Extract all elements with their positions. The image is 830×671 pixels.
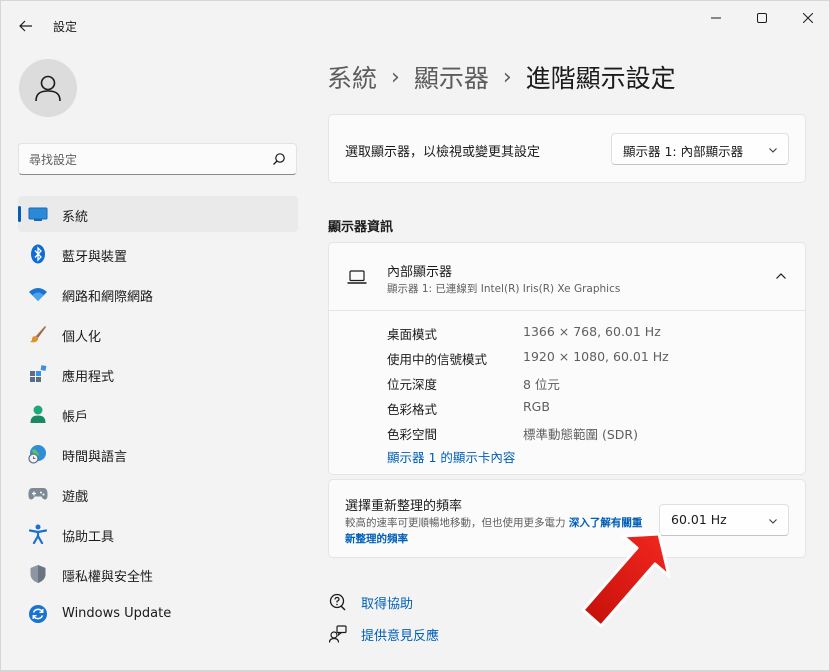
breadcrumb-separator: › (502, 64, 512, 90)
info-row-active-signal: 使用中的信號模式 1920 × 1080, 60.01 Hz (387, 346, 787, 371)
user-icon (35, 75, 61, 102)
get-help-link[interactable]: 取得協助 (328, 591, 413, 613)
help-icon (328, 592, 348, 612)
accessibility-icon (28, 524, 48, 544)
minimize-button[interactable] (693, 1, 739, 35)
info-key: 桌面模式 (387, 327, 438, 342)
info-value: 標準動態範圍 (SDR) (523, 427, 638, 442)
page-title: 進階顯示設定 (525, 64, 676, 93)
sidebar-nav: 系統 藍牙與裝置 網路和網際網路 個人化 應用程式 帳戶 時間與語言 遊戲 協助… (18, 196, 298, 636)
sidebar-item-windows-update[interactable]: Windows Update (18, 596, 298, 632)
display-info-title: 內部顯示器 (387, 265, 453, 280)
refresh-rate-desc-text: 較高的速率可更順暢地移動，但也使用更多電力 (345, 517, 566, 529)
sidebar-item-label: 應用程式 (62, 370, 115, 385)
search-box[interactable] (18, 143, 297, 175)
info-row-color-format: 色彩格式 RGB (387, 396, 787, 421)
sidebar-item-privacy[interactable]: 隱私權與安全性 (18, 556, 298, 592)
display-icon (28, 204, 48, 224)
breadcrumb: 系統 › 顯示器 › 進階顯示設定 (327, 59, 676, 95)
breadcrumb-separator: › (391, 64, 400, 90)
shield-icon (28, 564, 48, 584)
sidebar-item-label: 遊戲 (62, 490, 89, 505)
sidebar-item-label: Windows Update (62, 606, 172, 621)
search-icon[interactable] (272, 152, 286, 166)
brush-icon (28, 324, 48, 344)
sidebar-item-system[interactable]: 系統 (18, 196, 298, 232)
feedback-icon (328, 624, 348, 644)
sidebar-item-gaming[interactable]: 遊戲 (18, 476, 298, 512)
close-button[interactable] (785, 1, 830, 35)
laptop-icon (347, 270, 367, 284)
maximize-button[interactable] (739, 1, 785, 35)
info-value: 1366 × 768, 60.01 Hz (523, 324, 661, 339)
red-arrow-annotation-icon (581, 532, 671, 628)
info-key: 色彩格式 (387, 402, 438, 417)
info-key: 使用中的信號模式 (387, 352, 488, 367)
sidebar-item-apps[interactable]: 應用程式 (18, 356, 298, 392)
breadcrumb-system[interactable]: 系統 (327, 59, 377, 95)
display-info-subtitle: 顯示器 1: 已連線到 Intel(R) Iris(R) Xe Graphics (387, 283, 621, 295)
gamepad-icon (28, 484, 48, 504)
person-icon (28, 404, 48, 424)
display-info-card: 內部顯示器 顯示器 1: 已連線到 Intel(R) Iris(R) Xe Gr… (328, 242, 806, 475)
display-select-card: 選取顯示器，以檢視或變更其設定 顯示器 1: 內部顯示器 (328, 114, 806, 183)
sidebar-item-accessibility[interactable]: 協助工具 (18, 516, 298, 552)
back-button[interactable] (13, 13, 39, 39)
display-info-rows: 桌面模式 1366 × 768, 60.01 Hz 使用中的信號模式 1920 … (387, 321, 787, 446)
chevron-down-icon (769, 148, 777, 153)
sidebar-item-label: 系統 (62, 210, 89, 225)
info-value: 1920 × 1080, 60.01 Hz (523, 349, 669, 364)
display-select-label: 選取顯示器，以檢視或變更其設定 (345, 145, 541, 160)
close-icon (803, 13, 813, 23)
info-key: 色彩空間 (387, 427, 438, 442)
sidebar-item-bluetooth[interactable]: 藍牙與裝置 (18, 236, 298, 272)
sidebar-item-personalization[interactable]: 個人化 (18, 316, 298, 352)
globe-clock-icon (28, 444, 48, 464)
back-arrow-icon (19, 20, 32, 32)
chevron-up-icon[interactable] (775, 271, 787, 281)
sidebar-item-label: 帳戶 (62, 410, 89, 425)
get-help-label: 取得協助 (361, 596, 414, 612)
info-row-color-space: 色彩空間 標準動態範圍 (SDR) (387, 421, 787, 446)
chevron-down-icon (769, 519, 777, 524)
sidebar-item-label: 協助工具 (62, 530, 115, 545)
sidebar-item-time-language[interactable]: 時間與語言 (18, 436, 298, 472)
minimize-icon (711, 17, 721, 19)
display-dropdown-value: 顯示器 1: 內部顯示器 (623, 144, 744, 159)
app-title: 設定 (53, 20, 78, 34)
refresh-rate-card: 選擇重新整理的頻率 較高的速率可更順暢地移動，但也使用更多電力 深入了解有關重新… (328, 479, 806, 558)
display-info-header[interactable]: 內部顯示器 顯示器 1: 已連線到 Intel(R) Iris(R) Xe Gr… (329, 243, 805, 311)
feedback-label: 提供意見反應 (361, 628, 440, 644)
info-row-bit-depth: 位元深度 8 位元 (387, 371, 787, 396)
info-value: RGB (523, 399, 550, 414)
update-icon (28, 604, 48, 624)
display-info-heading: 顯示器資訊 (328, 220, 394, 235)
sidebar-item-accounts[interactable]: 帳戶 (18, 396, 298, 432)
maximize-icon (757, 13, 767, 23)
sidebar-item-label: 藍牙與裝置 (62, 250, 128, 265)
sidebar-item-network[interactable]: 網路和網際網路 (18, 276, 298, 312)
search-input[interactable] (29, 150, 259, 170)
avatar[interactable] (19, 59, 77, 117)
refresh-rate-title: 選擇重新整理的頻率 (345, 499, 463, 514)
info-value: 8 位元 (523, 377, 560, 392)
display-dropdown[interactable]: 顯示器 1: 內部顯示器 (611, 133, 789, 165)
info-row-desktop-mode: 桌面模式 1366 × 768, 60.01 Hz (387, 321, 787, 346)
feedback-link[interactable]: 提供意見反應 (328, 623, 439, 645)
info-key: 位元深度 (387, 377, 438, 392)
apps-icon (28, 364, 48, 384)
breadcrumb-display[interactable]: 顯示器 (414, 59, 489, 95)
bluetooth-icon (28, 244, 48, 264)
sidebar-item-label: 時間與語言 (62, 450, 128, 465)
title-bar: 設定 (1, 1, 830, 49)
refresh-rate-value: 60.01 Hz (671, 512, 727, 527)
adapter-properties-link[interactable]: 顯示器 1 的顯示卡內容 (387, 447, 515, 466)
settings-window: 設定 系統 藍牙與裝置 (0, 0, 830, 671)
sidebar-item-label: 網路和網際網路 (62, 290, 154, 305)
wifi-icon (28, 284, 48, 304)
sidebar-item-label: 隱私權與安全性 (62, 570, 154, 585)
sidebar-item-label: 個人化 (62, 330, 102, 345)
